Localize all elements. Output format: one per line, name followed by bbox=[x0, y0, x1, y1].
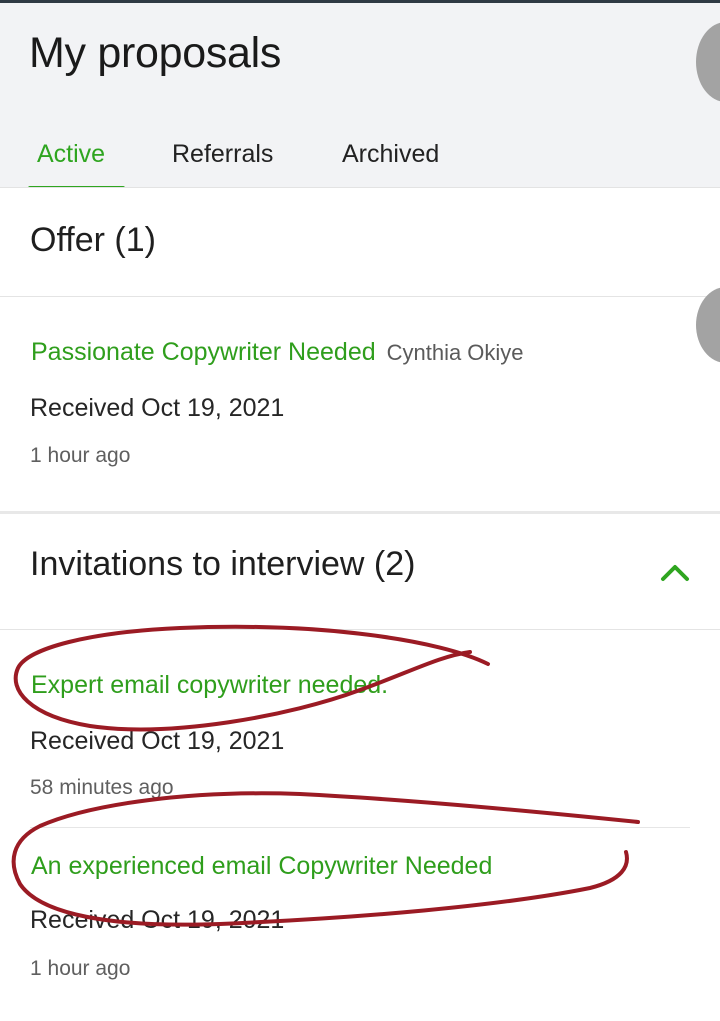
offer-received-date: Received Oct 19, 2021 bbox=[30, 394, 285, 422]
page-title: My proposals bbox=[29, 29, 282, 77]
item-divider bbox=[30, 827, 690, 828]
tab-bar: Active Referrals Archived bbox=[0, 128, 720, 190]
offer-job-title[interactable]: Passionate Copywriter Needed bbox=[31, 338, 376, 366]
tab-active[interactable]: Active bbox=[37, 140, 105, 169]
page-header: My proposals Active Referrals Archived bbox=[0, 3, 720, 190]
invitations-section-header: Invitations to interview (2) bbox=[0, 514, 720, 630]
offer-time-ago: 1 hour ago bbox=[30, 444, 131, 467]
tab-archived[interactable]: Archived bbox=[342, 140, 439, 169]
invitation-time-ago: 58 minutes ago bbox=[30, 776, 174, 799]
tab-referrals[interactable]: Referrals bbox=[172, 140, 273, 169]
offer-job-link[interactable]: Passionate Copywriter Needed Cynthia Oki… bbox=[31, 338, 524, 367]
invitation-time-ago: 1 hour ago bbox=[30, 957, 131, 980]
invitation-received-date: Received Oct 19, 2021 bbox=[30, 906, 285, 934]
invitation-job-link[interactable]: Expert email copywriter needed. bbox=[31, 671, 388, 700]
offer-section-title: Offer (1) bbox=[30, 221, 156, 259]
invitations-section-title: Invitations to interview (2) bbox=[30, 545, 416, 583]
chevron-up-icon[interactable] bbox=[655, 557, 695, 587]
invitation-job-link[interactable]: An experienced email Copywriter Needed bbox=[31, 852, 492, 881]
offer-section-header: Offer (1) bbox=[0, 188, 720, 297]
offer-client-name: Cynthia Okiye bbox=[386, 340, 524, 365]
proposals-list: Offer (1) Passionate Copywriter Needed C… bbox=[0, 187, 720, 1021]
invitation-received-date: Received Oct 19, 2021 bbox=[30, 727, 285, 755]
